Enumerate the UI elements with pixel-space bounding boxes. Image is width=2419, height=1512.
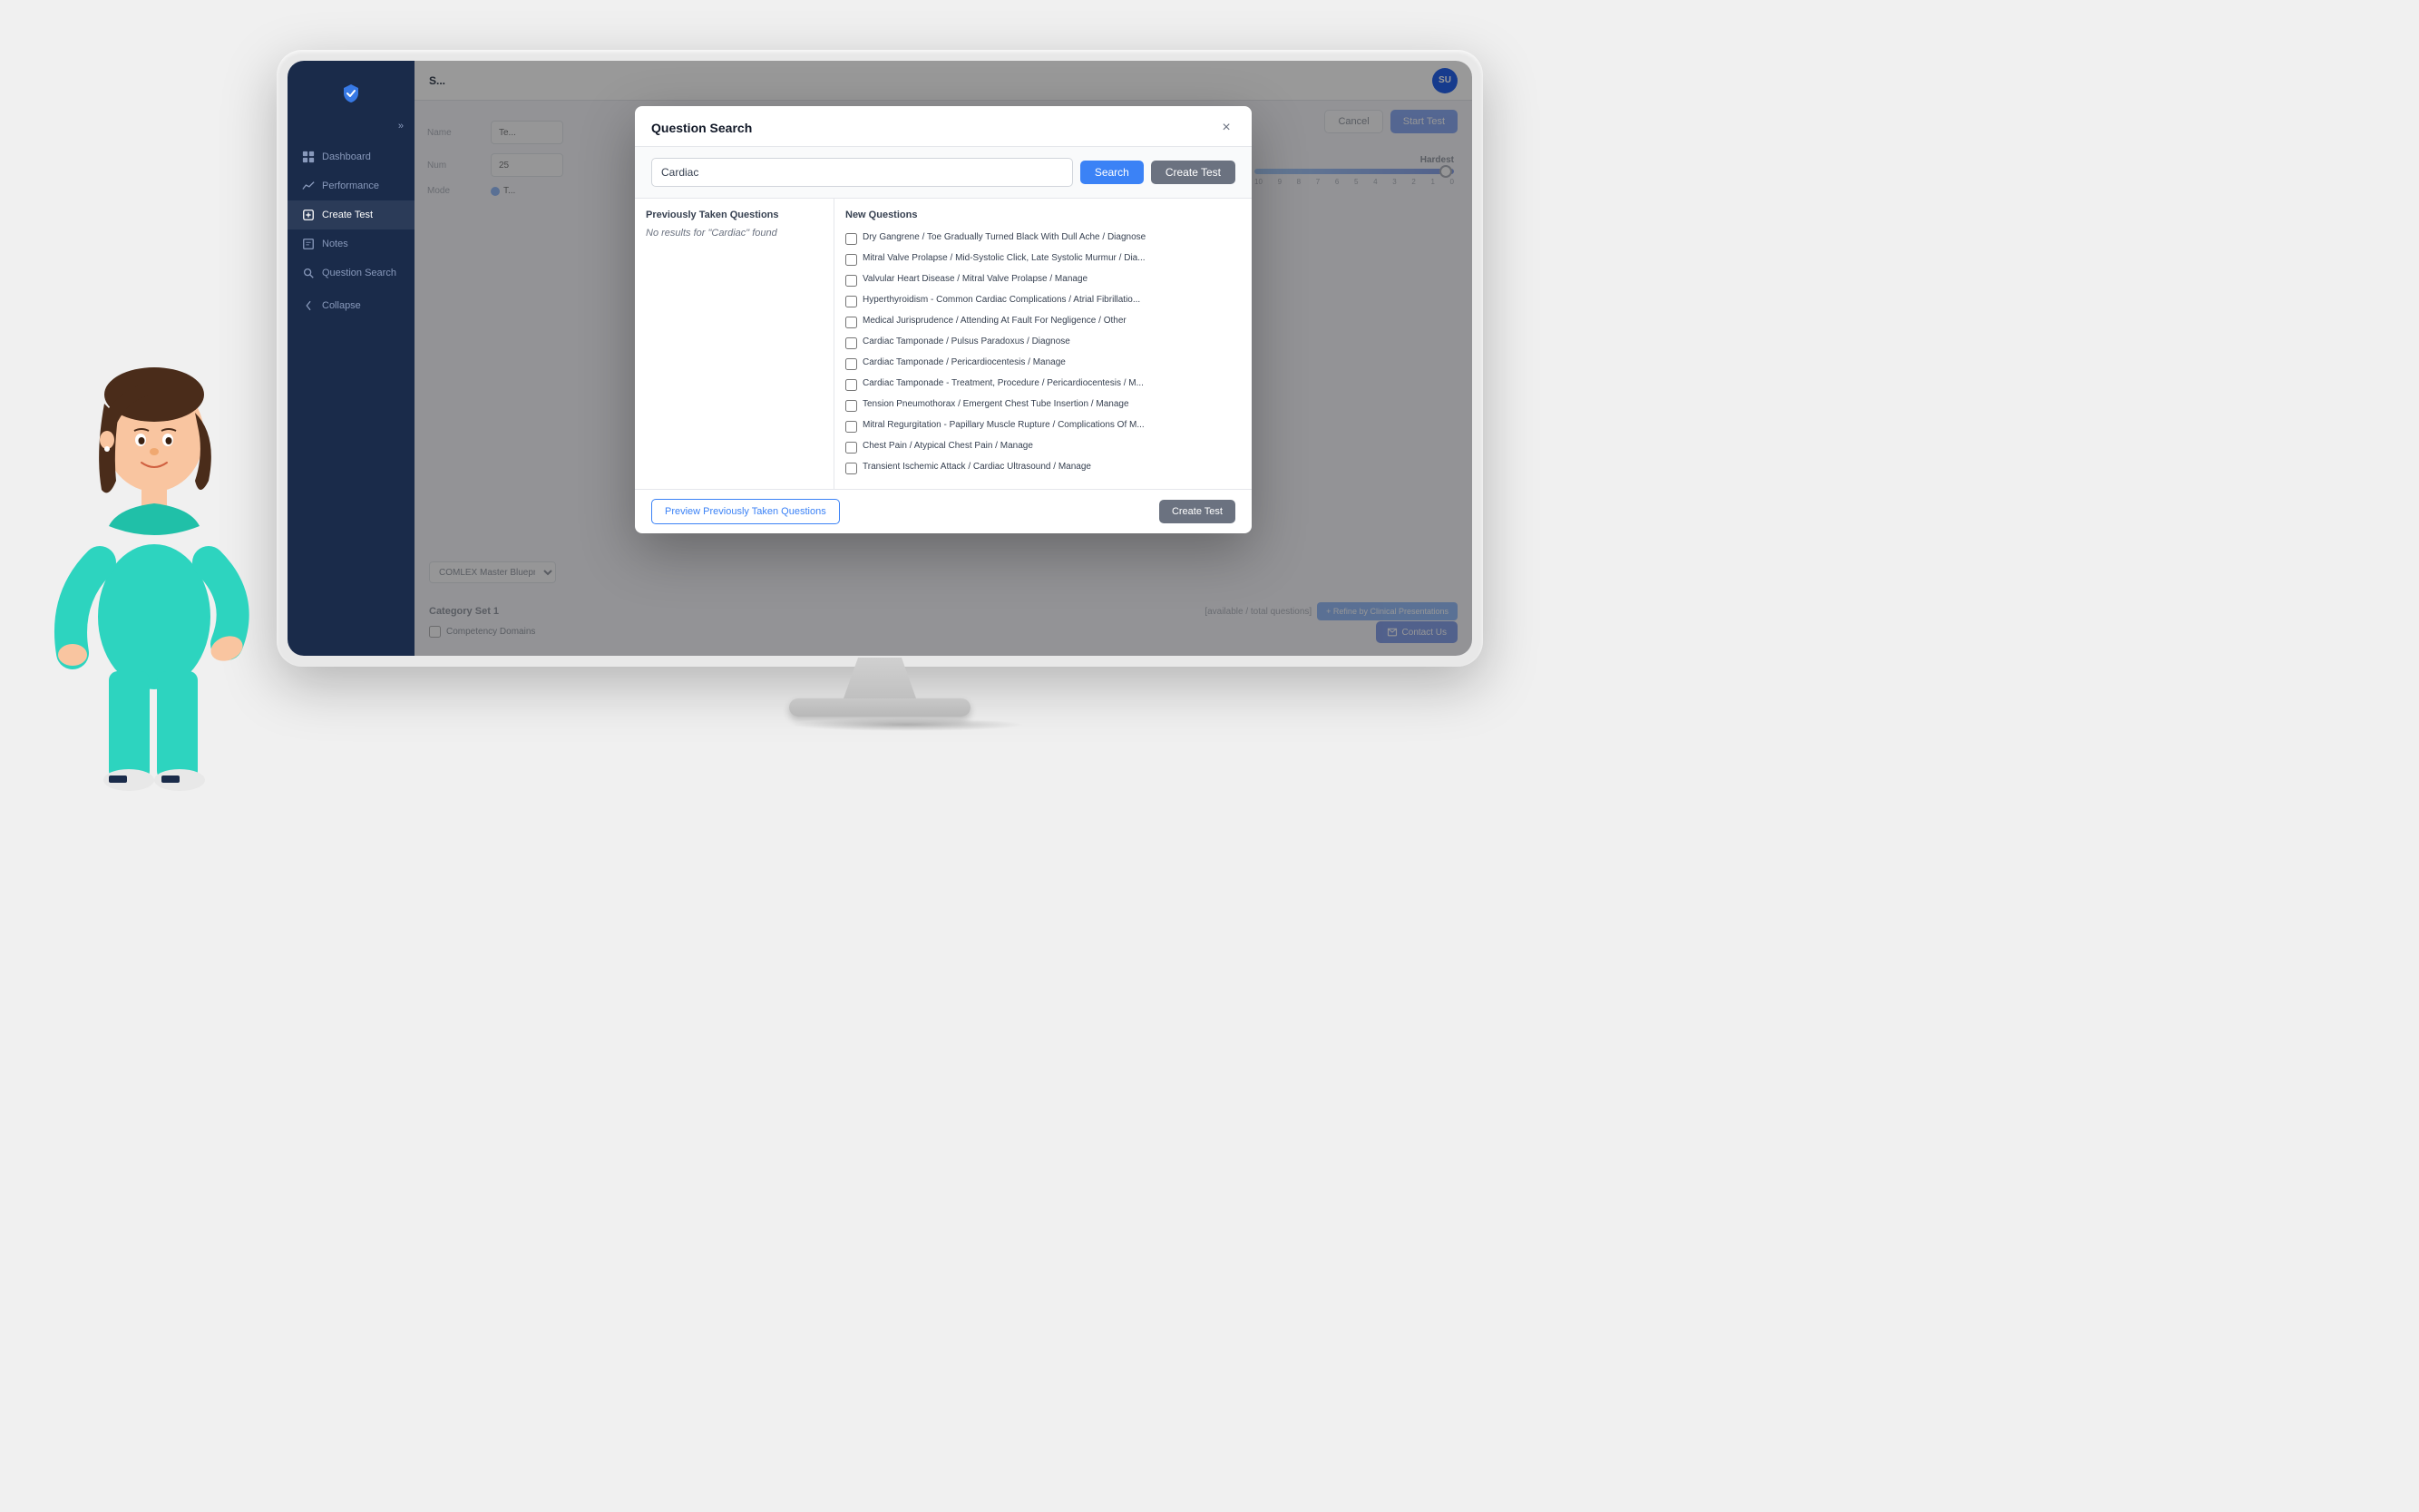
question-text: Transient Ischemic Attack / Cardiac Ultr… xyxy=(863,461,1091,473)
question-checkbox[interactable] xyxy=(845,421,857,433)
sidebar-item-create-test[interactable]: Create Test xyxy=(288,200,415,229)
question-text: Cardiac Tamponade / Pericardiocentesis /… xyxy=(863,356,1066,369)
no-results-text: No results for "Cardiac" found xyxy=(646,228,823,239)
question-item: Hyperthyroidism - Common Cardiac Complic… xyxy=(845,290,1241,311)
modal-footer-create-test-button[interactable]: Create Test xyxy=(1159,500,1235,523)
monitor-frame: » Dashboard Performance Create Test Note… xyxy=(277,50,1483,667)
question-checkbox[interactable] xyxy=(845,275,857,287)
question-text: Mitral Valve Prolapse / Mid-Systolic Cli… xyxy=(863,252,1146,265)
question-item: Tension Pneumothorax / Emergent Chest Tu… xyxy=(845,395,1241,415)
question-text: Valvular Heart Disease / Mitral Valve Pr… xyxy=(863,273,1088,286)
nurse-illustration xyxy=(27,145,281,871)
sidebar-item-dashboard[interactable]: Dashboard xyxy=(288,142,415,171)
question-checkbox[interactable] xyxy=(845,379,857,391)
question-checkbox[interactable] xyxy=(845,296,857,307)
question-item: Medical Jurisprudence / Attending At Fau… xyxy=(845,311,1241,332)
modal-close-button[interactable]: × xyxy=(1217,119,1235,137)
modal-title: Question Search xyxy=(651,121,752,135)
modal-previously-taken-col: Previously Taken Questions No results fo… xyxy=(635,199,834,489)
question-checkbox[interactable] xyxy=(845,317,857,328)
question-item: Cardiac Tamponade - Treatment, Procedure… xyxy=(845,374,1241,395)
question-item: Chest Pain / Atypical Chest Pain / Manag… xyxy=(845,436,1241,457)
modal-search-button[interactable]: Search xyxy=(1080,161,1144,184)
sidebar-item-performance[interactable]: Performance xyxy=(288,171,415,200)
stand-neck xyxy=(844,658,916,698)
question-item: Cardiac Tamponade / Pulsus Paradoxus / D… xyxy=(845,332,1241,353)
sidebar-item-notes[interactable]: Notes xyxy=(288,229,415,259)
monitor-stand xyxy=(789,658,971,730)
modal-header: Question Search × xyxy=(635,106,1252,147)
modal-create-test-button[interactable]: Create Test xyxy=(1151,161,1235,184)
sidebar-item-question-search[interactable]: Question Search xyxy=(288,259,415,288)
new-questions-header: New Questions xyxy=(845,210,1241,220)
sidebar-collapse-label: Collapse xyxy=(322,300,361,311)
sidebar-collapse[interactable]: Collapse xyxy=(288,291,415,320)
modal-search-row: Search Create Test xyxy=(635,147,1252,199)
sidebar: » Dashboard Performance Create Test Note… xyxy=(288,61,415,656)
stand-base xyxy=(789,698,971,717)
question-text: Chest Pain / Atypical Chest Pain / Manag… xyxy=(863,440,1033,453)
sidebar-toggle[interactable]: » xyxy=(288,121,415,142)
sidebar-item-create-test-label: Create Test xyxy=(322,210,373,220)
question-checkbox[interactable] xyxy=(845,442,857,454)
question-checkbox[interactable] xyxy=(845,233,857,245)
main-content: S... SU Cancel Start Test Hardest xyxy=(415,61,1472,656)
question-text: Mitral Regurgitation - Papillary Muscle … xyxy=(863,419,1145,432)
sidebar-item-question-search-label: Question Search xyxy=(322,268,396,278)
question-item: Mitral Regurgitation - Papillary Muscle … xyxy=(845,415,1241,436)
question-item: Mitral Valve Prolapse / Mid-Systolic Cli… xyxy=(845,249,1241,269)
question-text: Medical Jurisprudence / Attending At Fau… xyxy=(863,315,1127,327)
question-item: Cardiac Tamponade / Pericardiocentesis /… xyxy=(845,353,1241,374)
question-search-modal: Question Search × Search Create Test xyxy=(635,106,1252,533)
question-checkbox[interactable] xyxy=(845,358,857,370)
question-item: Valvular Heart Disease / Mitral Valve Pr… xyxy=(845,269,1241,290)
questions-list: Dry Gangrene / Toe Gradually Turned Blac… xyxy=(845,228,1241,478)
sidebar-item-notes-label: Notes xyxy=(322,239,348,249)
question-text: Hyperthyroidism - Common Cardiac Complic… xyxy=(863,294,1140,307)
question-text: Cardiac Tamponade - Treatment, Procedure… xyxy=(863,377,1144,390)
monitor: » Dashboard Performance Create Test Note… xyxy=(277,50,1483,730)
modal-overlay[interactable]: Question Search × Search Create Test xyxy=(415,61,1472,656)
question-checkbox[interactable] xyxy=(845,463,857,474)
question-text: Tension Pneumothorax / Emergent Chest Tu… xyxy=(863,398,1129,411)
modal-footer: Preview Previously Taken Questions Creat… xyxy=(635,489,1252,533)
previously-taken-header: Previously Taken Questions xyxy=(646,210,823,220)
modal-new-questions-col: New Questions Dry Gangrene / Toe Gradual… xyxy=(834,199,1252,489)
preview-previously-taken-button[interactable]: Preview Previously Taken Questions xyxy=(651,499,840,524)
question-item: Transient Ischemic Attack / Cardiac Ultr… xyxy=(845,457,1241,478)
question-item: Dry Gangrene / Toe Gradually Turned Blac… xyxy=(845,228,1241,249)
stand-shadow xyxy=(789,718,1025,731)
question-text: Dry Gangrene / Toe Gradually Turned Blac… xyxy=(863,231,1146,244)
question-checkbox[interactable] xyxy=(845,337,857,349)
modal-body: Previously Taken Questions No results fo… xyxy=(635,199,1252,489)
question-text: Cardiac Tamponade / Pulsus Paradoxus / D… xyxy=(863,336,1070,348)
sidebar-logo xyxy=(288,73,415,121)
modal-search-input[interactable] xyxy=(651,158,1073,187)
sidebar-item-performance-label: Performance xyxy=(322,180,379,191)
question-checkbox[interactable] xyxy=(845,400,857,412)
question-checkbox[interactable] xyxy=(845,254,857,266)
monitor-screen: » Dashboard Performance Create Test Note… xyxy=(288,61,1472,656)
sidebar-item-dashboard-label: Dashboard xyxy=(322,151,371,162)
